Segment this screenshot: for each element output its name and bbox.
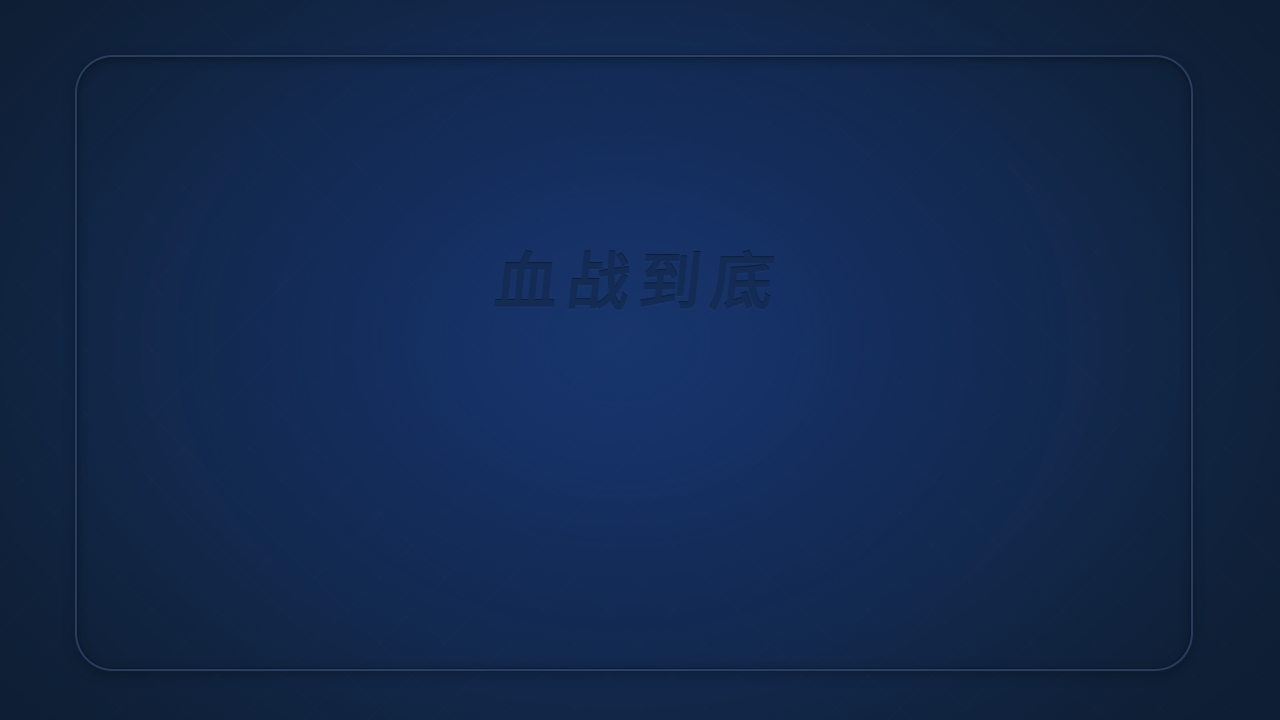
game-mode-title: 血战到底 — [491, 246, 788, 319]
game-table-frame — [75, 55, 1193, 671]
